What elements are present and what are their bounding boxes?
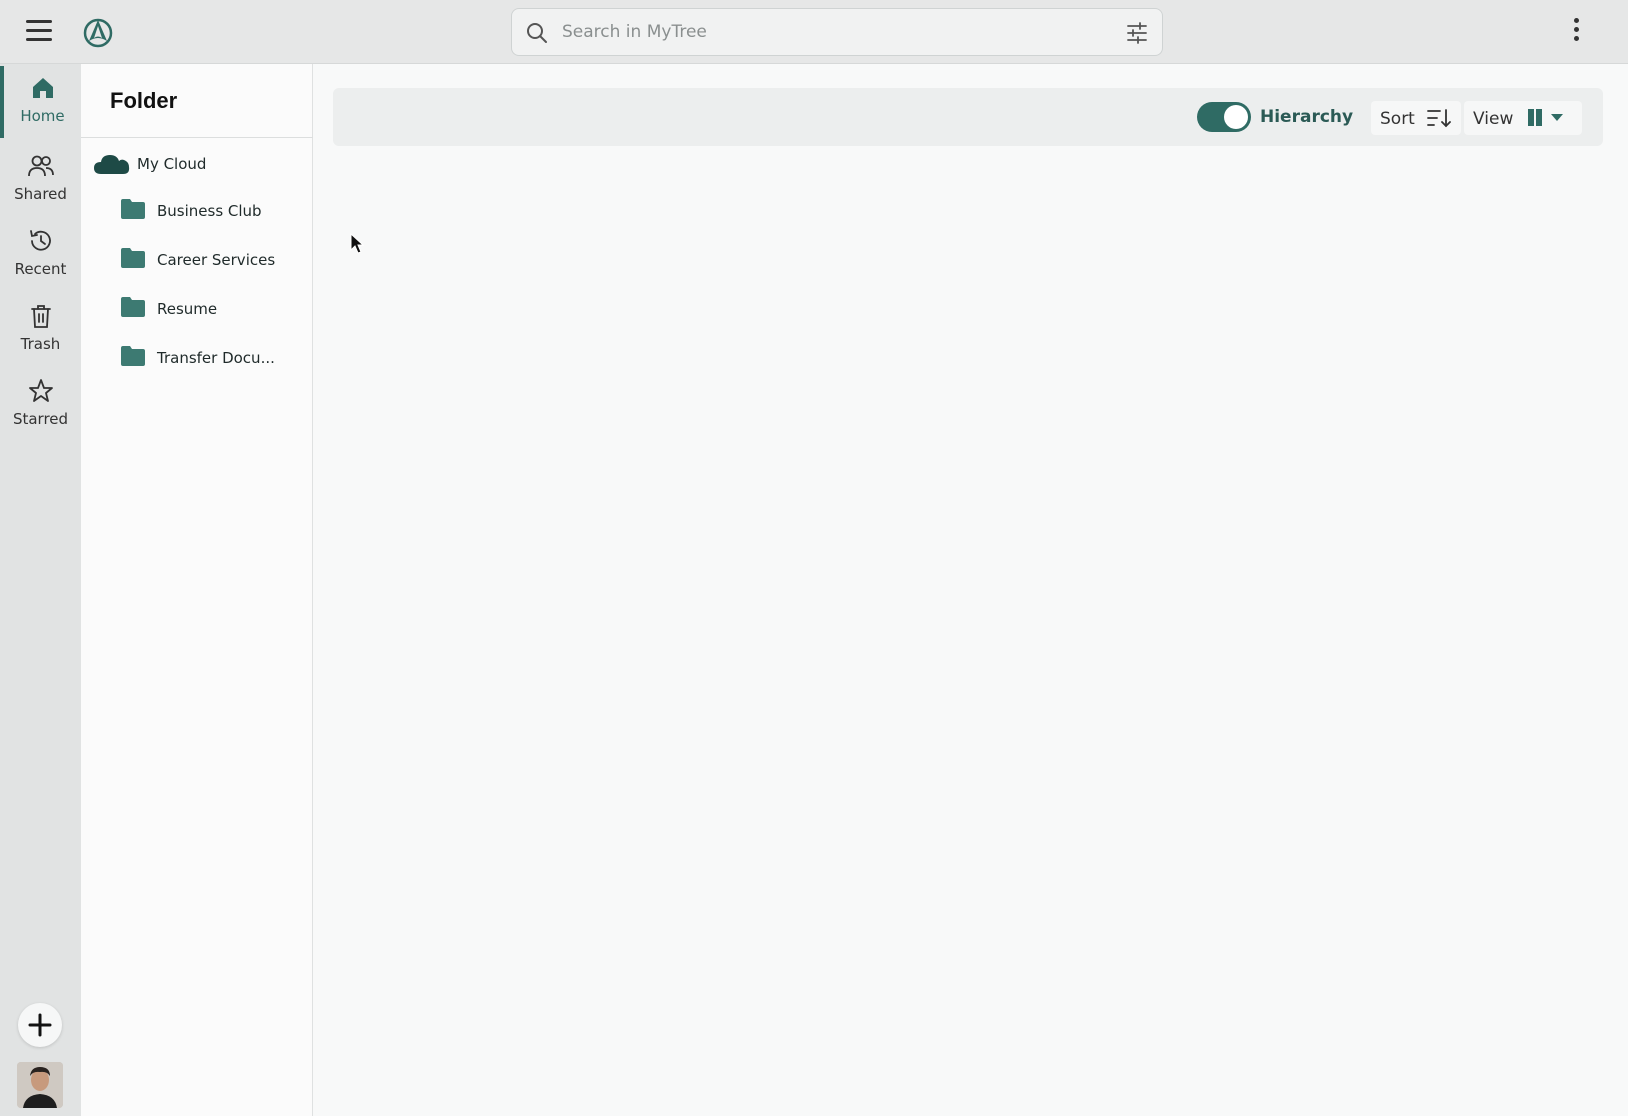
rail-item-trash[interactable]: Trash [0,294,81,366]
user-avatar[interactable] [17,1062,63,1108]
tree-item-folder[interactable]: Business Club [121,194,306,228]
rail-item-home[interactable]: Home [0,66,81,138]
folder-icon [121,199,145,219]
content-toolbar: Hierarchy Sort View [333,88,1603,146]
add-button[interactable] [18,1003,62,1047]
filter-sliders-icon[interactable] [1126,22,1148,44]
rail-item-label: Shared [14,185,67,203]
top-bar [0,0,1628,64]
tree-item-label: Career Services [157,251,276,269]
folder-panel-title: Folder [110,88,178,113]
columns-view-icon [1528,109,1563,126]
rail-item-label: Home [20,107,65,125]
view-label: View [1473,109,1514,129]
tree-item-folder[interactable]: Transfer Docu... [121,341,306,375]
navigation-rail: Home Shared Recent Trash Starred [0,64,81,1116]
main-content: Hierarchy Sort View [313,64,1628,1116]
rail-item-shared[interactable]: Shared [0,144,81,216]
home-icon [32,78,53,98]
more-options-icon[interactable] [1566,18,1586,46]
tree-item-label: My Cloud [137,155,207,173]
rail-item-recent[interactable]: Recent [0,219,81,291]
tree-item-label: Resume [157,300,218,318]
sort-label: Sort [1380,109,1415,129]
folder-icon [121,297,145,317]
hierarchy-toggle[interactable] [1197,102,1251,132]
rail-item-starred[interactable]: Starred [0,369,81,441]
trash-icon [30,305,51,328]
mouse-cursor-icon [350,233,364,254]
cloud-icon [94,155,130,174]
view-button[interactable]: View [1464,101,1582,135]
mytree-logo-icon[interactable] [82,16,114,48]
tree-item-folder[interactable]: Career Services [121,243,306,277]
tree-item-folder[interactable]: Resume [121,292,306,326]
rail-item-label: Recent [14,260,67,278]
plus-icon [28,1013,52,1037]
people-icon [27,155,54,177]
star-icon [28,379,53,402]
folder-icon [121,346,145,366]
tree-item-label: Business Club [157,202,262,220]
search-input[interactable] [562,17,1102,47]
history-icon [29,230,51,251]
folder-panel: Folder My Cloud Business Club Career Ser… [81,64,313,1116]
rail-item-label: Trash [20,335,61,353]
sort-icon [1427,109,1451,128]
divider [81,137,313,138]
search-icon [527,23,547,43]
folder-icon [121,248,145,268]
tree-item-my-cloud[interactable]: My Cloud [93,148,303,180]
rail-item-label: Starred [12,410,69,428]
menu-icon[interactable] [26,20,52,42]
tree-item-label: Transfer Docu... [157,349,275,367]
avatar-photo [17,1062,63,1108]
sort-button[interactable]: Sort [1371,101,1461,135]
hierarchy-label: Hierarchy [1260,107,1354,127]
search-bar [511,8,1163,56]
